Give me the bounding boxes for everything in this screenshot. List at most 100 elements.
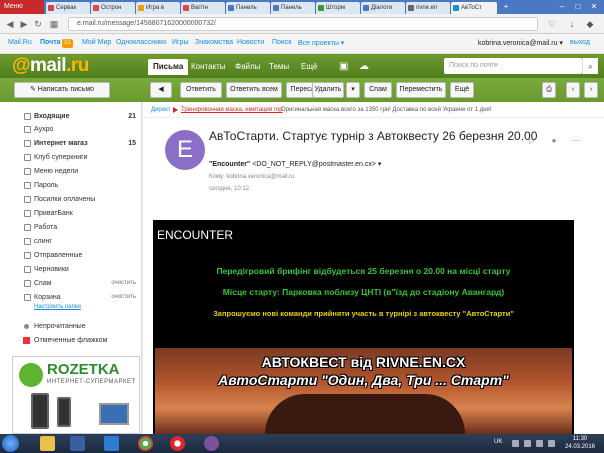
search-icon[interactable]: ⌕ <box>582 58 598 74</box>
sender-menu-icon[interactable]: ▾ <box>378 161 382 168</box>
rozetka-ad-banner[interactable]: ROZETKA ИНТЕРНЕТ-СУПЕРМАРКЕТ <box>12 356 140 434</box>
tab-contacts[interactable]: Контакты <box>186 59 231 75</box>
start-button[interactable] <box>2 435 19 452</box>
url-field[interactable]: e.mail.ru/message/14588071620000000732/ <box>68 17 538 31</box>
logo-suffix: .ru <box>66 55 89 76</box>
sender-avatar: E <box>165 130 205 170</box>
home-grid-icon[interactable]: ▦ <box>48 18 60 30</box>
folder-superbook-club[interactable]: Клуб суперкниги <box>0 151 142 164</box>
direct-ad-link[interactable]: Тренировочная маска, имитация гор <box>181 102 283 117</box>
sender-name[interactable]: "Encounter" <box>209 161 250 168</box>
back-icon[interactable]: ◀ <box>4 18 16 30</box>
folder-work[interactable]: Работа <box>0 221 142 234</box>
reload-icon[interactable]: ↻ <box>32 18 44 30</box>
portal-link-news[interactable]: Новости <box>237 39 264 46</box>
browser-tab[interactable]: Діалоги <box>361 2 405 14</box>
clear-trash-link[interactable]: очистить <box>111 291 136 304</box>
reply-all-button[interactable]: Ответить всем <box>226 82 282 98</box>
file-explorer-icon[interactable] <box>40 436 55 451</box>
minimize-icon[interactable]: – <box>556 1 568 13</box>
reply-button[interactable]: Ответить <box>180 82 222 98</box>
battery-icon[interactable] <box>548 440 555 447</box>
tab-files[interactable]: Файлы <box>230 59 265 75</box>
read-dot-icon[interactable]: ● <box>549 136 559 146</box>
print-icon[interactable]: ⎙ <box>542 82 556 98</box>
folder-inbox[interactable]: Входящие 21 <box>0 110 142 123</box>
portal-link-games[interactable]: Игры <box>172 39 189 46</box>
folder-password[interactable]: Пароль <box>0 179 142 192</box>
folder-week-menu[interactable]: Меню недели <box>0 165 142 178</box>
extension-icon[interactable]: ◆ <box>584 18 596 30</box>
portal-link-mailru[interactable]: Mail.Ru <box>8 39 32 46</box>
new-tab-icon[interactable]: + <box>500 1 512 13</box>
cloud-icon[interactable]: ☁ <box>354 59 374 75</box>
windows-media-icon[interactable] <box>104 436 119 451</box>
sender-email[interactable]: <DO_NOT_REPLY@postmaster.en.cx> <box>252 161 376 168</box>
filter-unread[interactable]: Непрочитанные <box>0 320 142 333</box>
portal-link-search[interactable]: Поиск <box>272 39 291 46</box>
calendar-icon[interactable]: ▣ <box>334 59 353 75</box>
portal-link-all-projects[interactable]: Все проекты ▾ <box>298 39 344 47</box>
clock-time[interactable]: 11:30 <box>560 436 600 442</box>
compose-button[interactable]: ✎ Написать письмо <box>14 82 110 98</box>
portal-link-my-world[interactable]: Мой Мир <box>82 39 111 46</box>
folder-privatbank[interactable]: ПриватБанк <box>0 207 142 220</box>
browser-tab[interactable]: rivne.en <box>406 2 450 14</box>
media-player-icon[interactable] <box>70 436 85 451</box>
delete-dropdown-icon[interactable]: ▾ <box>346 82 360 98</box>
folder-internet-shop[interactable]: Интернет магаз 15 <box>0 137 142 150</box>
volume-icon[interactable] <box>536 440 543 447</box>
mail-search-input[interactable]: Поиск по почте <box>444 58 582 74</box>
delete-button[interactable]: Удалить <box>312 82 344 98</box>
chrome-icon[interactable] <box>138 436 153 451</box>
folder-spam[interactable]: Спам очистить <box>0 277 142 290</box>
language-indicator[interactable]: UK <box>494 439 502 445</box>
folder-paid-parcels[interactable]: Посилки оплачены <box>0 193 142 206</box>
tab-letters[interactable]: Письма <box>148 59 189 75</box>
viber-icon[interactable] <box>204 436 219 451</box>
browser-tab[interactable]: Игра в <box>136 2 180 14</box>
bookmark-heart-icon[interactable]: ♡ <box>546 18 558 30</box>
prev-message-icon[interactable]: ‹ <box>566 82 580 98</box>
browser-tab[interactable]: Вагітн <box>181 2 225 14</box>
opera-icon[interactable] <box>170 436 185 451</box>
browser-tab[interactable]: Сервак <box>46 2 90 14</box>
clear-spam-link[interactable]: очистить <box>111 277 136 290</box>
folder-sent[interactable]: Отправленные <box>0 249 142 262</box>
back-to-list-icon[interactable]: ◀ <box>150 82 172 98</box>
tab-more[interactable]: Ещё <box>296 59 322 75</box>
browser-tab[interactable]: Панель <box>271 2 315 14</box>
clock-date[interactable]: 24.03.2016 <box>560 444 600 450</box>
opera-menu-button[interactable]: Меню <box>0 0 44 14</box>
browser-tab[interactable]: Панель <box>226 2 270 14</box>
folder-trash[interactable]: Корзина очистить <box>0 291 142 304</box>
folder-aukhro[interactable]: Аухро <box>0 123 142 136</box>
tab-themes[interactable]: Темы <box>264 59 294 75</box>
folder-settings-link[interactable]: Настроить папки <box>34 304 81 310</box>
browser-tab[interactable]: Шторм <box>316 2 360 14</box>
maximize-icon[interactable]: □ <box>572 1 584 13</box>
portal-link-dating[interactable]: Знакомства <box>195 39 233 46</box>
network-icon[interactable] <box>524 440 531 447</box>
user-email-menu[interactable]: kobrina.veronica@mail.ru ▾ <box>478 39 563 47</box>
folder-sling[interactable]: слинг <box>0 235 142 248</box>
mailru-logo[interactable]: @mail.ru <box>12 55 89 77</box>
portal-link-mail[interactable]: Почта <box>40 39 61 46</box>
flag-outline-icon[interactable]: ▷ <box>527 136 537 146</box>
close-window-icon[interactable]: ✕ <box>588 1 600 13</box>
download-icon[interactable]: ↓ <box>566 18 578 30</box>
move-button[interactable]: Переместить <box>396 82 446 98</box>
more-button[interactable]: Ещё <box>450 82 474 98</box>
filter-flagged[interactable]: Отмеченные флажком <box>0 334 142 347</box>
folder-icon <box>24 210 31 217</box>
browser-tab[interactable]: Острон <box>91 2 135 14</box>
folder-drafts[interactable]: Черновики <box>0 263 142 276</box>
portal-link-ok[interactable]: Одноклассники <box>116 39 166 46</box>
forward-icon[interactable]: ▶ <box>18 18 30 30</box>
browser-tab-active[interactable]: АвТоСт <box>451 2 497 14</box>
logout-link[interactable]: выход <box>570 39 590 46</box>
tray-arrow-icon[interactable] <box>512 440 519 447</box>
actions-menu-icon[interactable]: ⋯ <box>571 136 581 146</box>
next-message-icon[interactable]: › <box>584 82 598 98</box>
spam-button[interactable]: Спам <box>364 82 392 98</box>
